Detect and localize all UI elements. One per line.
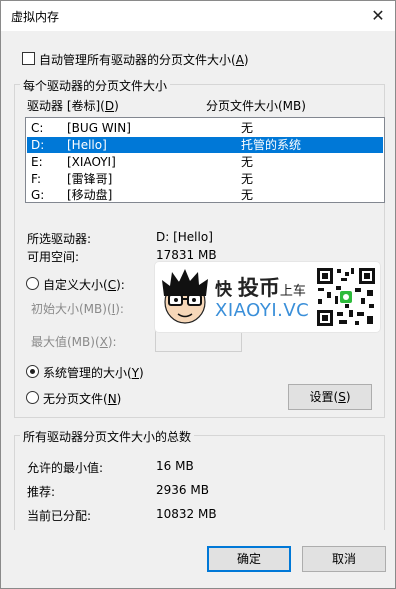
system-managed-radio[interactable]: [26, 365, 39, 378]
auto-manage-checkbox[interactable]: [22, 52, 35, 65]
set-button[interactable]: 设置(S): [288, 384, 372, 410]
free-space-value: 17831 MB: [156, 248, 217, 262]
drive-row-g[interactable]: G: [移动盘] 无: [27, 187, 383, 203]
no-paging-radio[interactable]: [26, 391, 39, 404]
drive-page-size: 无: [241, 155, 254, 169]
custom-size-label[interactable]: 自定义大小(C):: [43, 276, 125, 293]
drive-column-header: 驱动器 [卷标](D): [27, 99, 119, 113]
drive-volume-label: [XIAOYI]: [67, 155, 116, 169]
cartoon-face-icon: [162, 269, 208, 324]
min-allowed-label: 允许的最小值:: [27, 461, 104, 475]
drive-letter: E:: [31, 155, 43, 169]
system-managed-label[interactable]: 系统管理的大小(Y): [43, 364, 144, 381]
cancel-button[interactable]: 取消: [302, 546, 386, 572]
auto-manage-label[interactable]: 自动管理所有驱动器的分页文件大小(A): [39, 51, 249, 68]
window-title: 虚拟内存: [11, 10, 60, 24]
custom-size-radio[interactable]: [26, 277, 39, 290]
drive-page-size: 无: [241, 188, 254, 202]
dialog-footer: 确定 取消: [1, 530, 395, 588]
currently-allocated-value: 10832 MB: [156, 507, 217, 521]
max-size-input[interactable]: [155, 330, 242, 352]
drive-page-size: 无: [241, 121, 254, 135]
drive-volume-label: [BUG WIN]: [67, 121, 131, 135]
max-size-label: 最大值(MB)(X):: [31, 335, 117, 349]
watermark-slogan: 快 投币上车: [215, 276, 306, 300]
close-icon[interactable]: ✕: [361, 1, 395, 31]
min-allowed-value: 16 MB: [156, 459, 194, 473]
drive-letter: C:: [31, 121, 44, 135]
drive-volume-label: [Hello]: [67, 138, 107, 152]
currently-allocated-label: 当前已分配:: [27, 509, 92, 523]
no-paging-label[interactable]: 无分页文件(N): [43, 390, 121, 407]
recommended-label: 推荐:: [27, 485, 56, 499]
drive-letter: G:: [31, 188, 45, 202]
drive-list[interactable]: C: [BUG WIN] 无 D: [Hello] 托管的系统 E: [XIAO…: [25, 117, 385, 203]
totals-group-title: 所有驱动器分页文件大小的总数: [20, 428, 195, 445]
drive-volume-label: [雷锋哥]: [67, 172, 113, 186]
qr-code-icon: [315, 266, 377, 328]
free-space-label: 可用空间:: [27, 250, 80, 264]
drive-row-f[interactable]: F: [雷锋哥] 无: [27, 171, 383, 187]
drive-page-size: 无: [241, 172, 254, 186]
ok-button[interactable]: 确定: [207, 546, 291, 572]
drive-row-d[interactable]: D: [Hello] 托管的系统: [27, 137, 383, 153]
selected-drive-value: D: [Hello]: [156, 230, 213, 244]
recommended-value: 2936 MB: [156, 483, 209, 497]
watermark-site: XIAOYI.VC: [215, 300, 310, 321]
drive-row-c[interactable]: C: [BUG WIN] 无: [27, 120, 383, 136]
size-column-header: 分页文件大小(MB): [206, 99, 306, 113]
drive-volume-label: [移动盘]: [67, 188, 113, 202]
watermark-banner: 快 投币上车 XIAOYI.VC: [155, 262, 380, 332]
drive-row-e[interactable]: E: [XIAOYI] 无: [27, 154, 383, 170]
virtual-memory-dialog: 虚拟内存 ✕ 自动管理所有驱动器的分页文件大小(A) 每个驱动器的分页文件大小 …: [0, 0, 396, 589]
selected-drive-label: 所选驱动器:: [27, 232, 92, 246]
drive-letter: F:: [31, 172, 42, 186]
initial-size-label: 初始大小(MB)(I):: [31, 302, 124, 316]
drive-letter: D:: [31, 138, 45, 152]
title-bar[interactable]: 虚拟内存 ✕: [1, 1, 395, 31]
drives-group-title: 每个驱动器的分页文件大小: [20, 77, 171, 94]
drive-page-size: 托管的系统: [241, 138, 302, 152]
